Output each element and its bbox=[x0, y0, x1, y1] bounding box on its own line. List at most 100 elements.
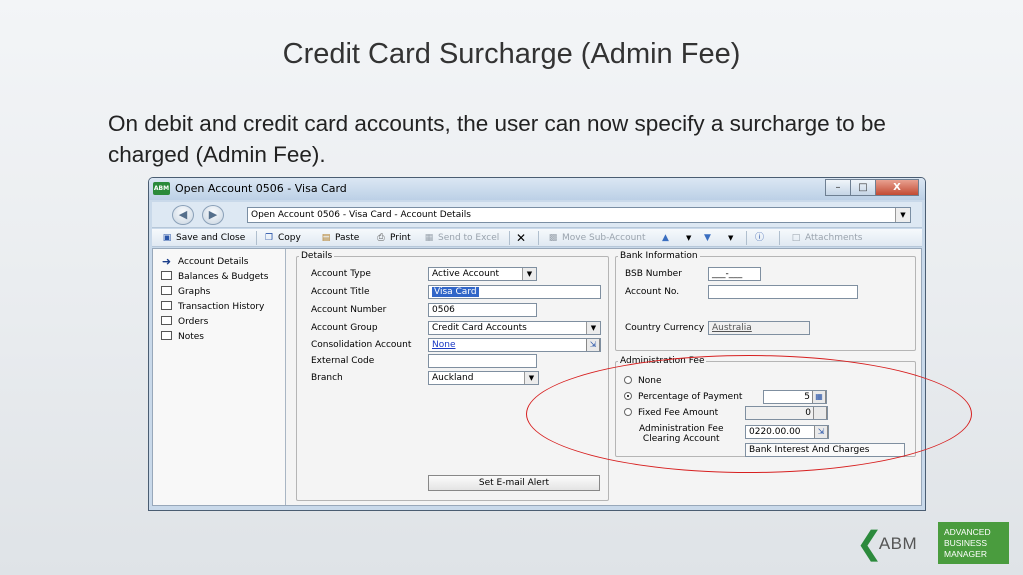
toolbar-separator bbox=[256, 231, 257, 245]
paste-icon: ▤ bbox=[321, 233, 331, 243]
sidebar-item-label: Notes bbox=[178, 332, 204, 342]
admin-fee-fixed-label: Fixed Fee Amount bbox=[638, 408, 719, 418]
down-arrow-icon[interactable]: ▼ bbox=[704, 231, 711, 245]
move-sub-account-label: Move Sub-Account bbox=[562, 233, 646, 243]
clearing-account-value: 0220.00.00 bbox=[749, 427, 801, 437]
country-currency-value: Australia bbox=[712, 323, 752, 333]
consolidation-account-link[interactable]: None bbox=[432, 340, 455, 350]
abm-logo-mark: ABM bbox=[878, 534, 918, 553]
toolbar-separator bbox=[509, 231, 510, 245]
window-icon bbox=[161, 331, 172, 340]
delete-x-icon[interactable]: ✕ bbox=[516, 231, 526, 245]
chevron-down-icon[interactable]: ▼ bbox=[686, 231, 691, 245]
sidebar-item-account-details[interactable]: ➜ Account Details bbox=[161, 255, 249, 269]
consolidation-account-lookup[interactable]: None ⇲ bbox=[428, 338, 601, 352]
close-button[interactable]: X bbox=[875, 179, 919, 196]
abm-logo: ❮ ABM ADVANCED BUSINESS MANAGER bbox=[856, 522, 1009, 564]
radio-off-icon bbox=[624, 376, 632, 384]
print-button[interactable]: ⎙ Print bbox=[374, 231, 410, 245]
minimize-button[interactable]: – bbox=[825, 179, 851, 196]
account-title-input[interactable]: Visa Card bbox=[428, 285, 601, 299]
account-group-select[interactable]: Credit Card Accounts ▼ bbox=[428, 321, 601, 335]
copy-icon: ❐ bbox=[264, 233, 274, 243]
sidebar-item-notes[interactable]: Notes bbox=[161, 330, 204, 344]
window-titlebar[interactable]: ABM Open Account 0506 - Visa Card – □ X bbox=[149, 178, 925, 200]
clearing-account-label: Administration Fee Clearing Account bbox=[639, 424, 723, 444]
fixed-fee-input[interactable]: 0 bbox=[745, 406, 828, 420]
account-number-input[interactable]: 0506 bbox=[428, 303, 537, 317]
sidebar-item-label: Balances & Budgets bbox=[178, 272, 269, 282]
move-sub-account-button[interactable]: ▩ Move Sub-Account bbox=[546, 231, 646, 245]
account-no-label: Account No. bbox=[625, 287, 680, 297]
send-to-excel-label: Send to Excel bbox=[438, 233, 500, 243]
sidebar-item-orders[interactable]: Orders bbox=[161, 315, 208, 329]
move-icon: ▩ bbox=[548, 233, 558, 243]
save-close-label: Save and Close bbox=[176, 233, 246, 243]
sidebar-item-graphs[interactable]: Graphs bbox=[161, 285, 210, 299]
save-close-button[interactable]: ▣ Save and Close bbox=[160, 231, 246, 245]
account-type-label: Account Type bbox=[311, 269, 371, 279]
country-currency-label: Country Currency bbox=[625, 323, 705, 333]
account-title-value: Visa Card bbox=[432, 287, 479, 297]
content-area: ➜ Account Details Balances & Budgets Grap… bbox=[152, 248, 922, 506]
account-type-select[interactable]: Active Account ▼ bbox=[428, 267, 537, 281]
clearing-account-lookup[interactable]: 0220.00.00 ⇲ bbox=[745, 425, 829, 439]
chevron-down-icon[interactable]: ▼ bbox=[524, 372, 538, 384]
account-group-value: Credit Card Accounts bbox=[432, 323, 527, 333]
sidebar: ➜ Account Details Balances & Budgets Grap… bbox=[153, 249, 286, 505]
window-icon bbox=[161, 316, 172, 325]
administration-fee-legend: Administration Fee bbox=[620, 356, 705, 366]
bank-information-group: Bank Information bbox=[615, 251, 916, 351]
branch-label: Branch bbox=[311, 373, 343, 383]
help-icon[interactable]: ⓘ bbox=[755, 231, 764, 245]
paste-button[interactable]: ▤ Paste bbox=[319, 231, 360, 245]
clearing-label-line2: Clearing Account bbox=[642, 434, 720, 444]
chevron-down-icon[interactable]: ▼ bbox=[586, 322, 600, 334]
admin-fee-percentage-radio[interactable]: Percentage of Payment bbox=[624, 392, 742, 402]
attachments-button[interactable]: □ Attachments bbox=[789, 231, 863, 245]
printer-icon: ⎙ bbox=[377, 233, 385, 243]
brand-line-2: BUSINESS bbox=[944, 538, 987, 548]
branch-value: Auckland bbox=[432, 373, 474, 383]
abm-logo-box: ADVANCED BUSINESS MANAGER bbox=[938, 522, 1009, 564]
sidebar-item-balances-budgets[interactable]: Balances & Budgets bbox=[161, 270, 268, 284]
set-email-alert-button[interactable]: Set E-mail Alert bbox=[428, 475, 600, 491]
back-arrow-icon[interactable]: ◀ bbox=[172, 205, 194, 225]
external-code-input[interactable] bbox=[428, 354, 537, 368]
calculator-icon[interactable]: ▦ bbox=[812, 391, 826, 403]
send-to-excel-button[interactable]: ▦ Send to Excel bbox=[422, 231, 500, 245]
restore-button[interactable]: □ bbox=[850, 179, 876, 196]
forward-arrow-icon[interactable]: ▶ bbox=[202, 205, 224, 225]
brand-line-1: ADVANCED bbox=[944, 527, 991, 537]
fixed-fee-value: 0 bbox=[805, 408, 811, 418]
window-icon bbox=[161, 271, 172, 280]
toolbar-separator bbox=[746, 231, 747, 245]
toolbar-separator bbox=[779, 231, 780, 245]
sidebar-item-transaction-history[interactable]: Transaction History bbox=[161, 300, 264, 314]
bank-information-legend: Bank Information bbox=[620, 251, 698, 261]
lookup-icon[interactable]: ⇲ bbox=[814, 426, 828, 438]
calculator-icon[interactable] bbox=[813, 407, 827, 419]
chevron-down-icon[interactable]: ▼ bbox=[522, 268, 536, 280]
address-dropdown[interactable]: Open Account 0506 - Visa Card - Account … bbox=[247, 207, 911, 223]
account-window: ABM Open Account 0506 - Visa Card – □ X … bbox=[148, 177, 926, 511]
clearing-account-description: Bank Interest And Charges bbox=[745, 443, 905, 457]
chevron-down-icon[interactable]: ▼ bbox=[895, 208, 910, 222]
percentage-input[interactable]: 5 ▦ bbox=[763, 390, 827, 404]
branch-select[interactable]: Auckland ▼ bbox=[428, 371, 539, 385]
account-type-value: Active Account bbox=[432, 269, 500, 279]
bsb-number-label: BSB Number bbox=[625, 269, 682, 279]
paperclip-icon: □ bbox=[791, 233, 801, 243]
sidebar-item-label: Orders bbox=[178, 317, 209, 327]
chevron-down-icon[interactable]: ▼ bbox=[728, 231, 733, 245]
lookup-icon[interactable]: ⇲ bbox=[586, 339, 600, 351]
account-no-input[interactable] bbox=[708, 285, 858, 299]
up-arrow-icon[interactable]: ▲ bbox=[662, 231, 669, 245]
bsb-number-input[interactable]: ___-___ bbox=[708, 267, 761, 281]
admin-fee-none-radio[interactable]: None bbox=[624, 376, 661, 386]
copy-button[interactable]: ❐ Copy bbox=[262, 231, 301, 245]
sidebar-item-label: Transaction History bbox=[178, 302, 265, 312]
radio-on-icon bbox=[624, 392, 632, 400]
country-currency-field[interactable]: Australia bbox=[708, 321, 810, 335]
admin-fee-fixed-radio[interactable]: Fixed Fee Amount bbox=[624, 408, 718, 418]
